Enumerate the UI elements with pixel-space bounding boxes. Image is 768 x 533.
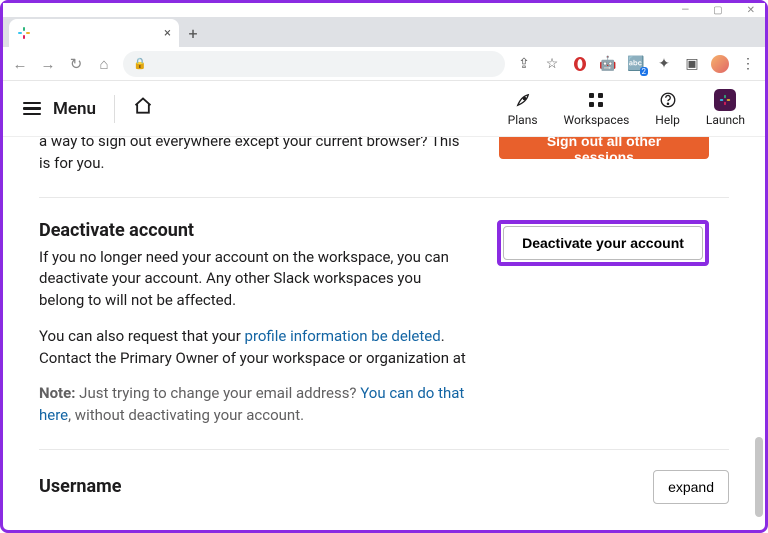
launch-tile-icon xyxy=(714,90,736,110)
section-deactivate-account: Deactivate account If you no longer need… xyxy=(39,197,729,449)
browser-tabstrip: × + xyxy=(3,17,765,47)
window-close-icon[interactable]: ✕ xyxy=(747,5,755,16)
deactivate-account-button[interactable]: Deactivate your account xyxy=(503,226,703,260)
extension-translate-icon[interactable]: 🔤 2 xyxy=(627,55,645,73)
nav-forward-icon[interactable]: → xyxy=(39,55,57,73)
nav-label: Workspaces xyxy=(564,113,630,127)
profile-delete-link[interactable]: profile information be deleted xyxy=(245,327,441,345)
tab-close-icon[interactable]: × xyxy=(164,26,171,41)
slack-favicon xyxy=(17,26,31,40)
home-icon[interactable] xyxy=(133,96,153,121)
extension-opera-icon[interactable] xyxy=(571,55,589,73)
scrollbar-thumb[interactable] xyxy=(755,437,763,517)
browser-tab[interactable]: × xyxy=(9,19,179,47)
annotation-highlight: Deactivate your account xyxy=(497,220,709,266)
hamburger-icon xyxy=(23,102,41,116)
menu-button[interactable]: Menu xyxy=(23,99,96,119)
nav-label: Plans xyxy=(508,113,538,127)
sign-out-description: a way to sign out everywhere except your… xyxy=(39,137,469,175)
page-content: a way to sign out everywhere except your… xyxy=(3,137,765,530)
expand-username-button[interactable]: expand xyxy=(653,470,729,504)
nav-label: Launch xyxy=(706,113,745,127)
section-sign-out: a way to sign out everywhere except your… xyxy=(39,137,729,197)
extension-window-icon[interactable]: ▣ xyxy=(683,55,701,73)
app-header: Menu Plans Workspaces Help xyxy=(3,81,765,137)
extensions-puzzle-icon[interactable]: ✦ xyxy=(655,55,673,73)
divider xyxy=(114,95,115,123)
nav-workspaces[interactable]: Workspaces xyxy=(564,90,630,127)
address-bar[interactable]: 🔒 xyxy=(123,51,505,77)
browser-toolbar: ← → ↻ ⌂ 🔒 ⇪ ☆ 🤖 🔤 2 ✦ ▣ ⋮ xyxy=(3,47,765,81)
browser-menu-icon[interactable]: ⋮ xyxy=(739,55,757,73)
profile-avatar[interactable] xyxy=(711,55,729,73)
section-username: Username expand xyxy=(39,449,729,524)
share-icon[interactable]: ⇪ xyxy=(515,55,533,73)
deactivate-paragraph-2: You can also request that your profile i… xyxy=(39,326,469,370)
deactivate-note: Note: Just trying to change your email a… xyxy=(39,383,469,427)
nav-back-icon[interactable]: ← xyxy=(11,55,29,73)
extension-badge: 2 xyxy=(640,67,649,76)
sign-out-other-sessions-button[interactable]: Sign out all other sessions xyxy=(499,137,709,159)
deactivate-title: Deactivate account xyxy=(39,220,469,241)
window-minimize-icon[interactable]: — xyxy=(681,5,689,16)
nav-label: Help xyxy=(655,113,680,127)
deactivate-paragraph-1: If you no longer need your account on th… xyxy=(39,247,469,312)
nav-launch[interactable]: Launch xyxy=(706,90,745,127)
nav-help[interactable]: Help xyxy=(655,90,680,127)
new-tab-button[interactable]: + xyxy=(179,19,207,47)
nav-home-icon[interactable]: ⌂ xyxy=(95,55,113,73)
window-maximize-icon[interactable]: ▢ xyxy=(713,5,722,16)
bookmark-star-icon[interactable]: ☆ xyxy=(543,55,561,73)
username-title: Username xyxy=(39,476,121,497)
menu-label: Menu xyxy=(53,99,96,119)
help-icon xyxy=(659,90,677,110)
extension-robot-icon[interactable]: 🤖 xyxy=(599,55,617,73)
nav-plans[interactable]: Plans xyxy=(508,90,538,127)
lock-icon: 🔒 xyxy=(133,57,147,70)
nav-reload-icon[interactable]: ↻ xyxy=(67,55,85,73)
grid-icon xyxy=(588,90,604,110)
rocket-icon xyxy=(514,90,532,110)
